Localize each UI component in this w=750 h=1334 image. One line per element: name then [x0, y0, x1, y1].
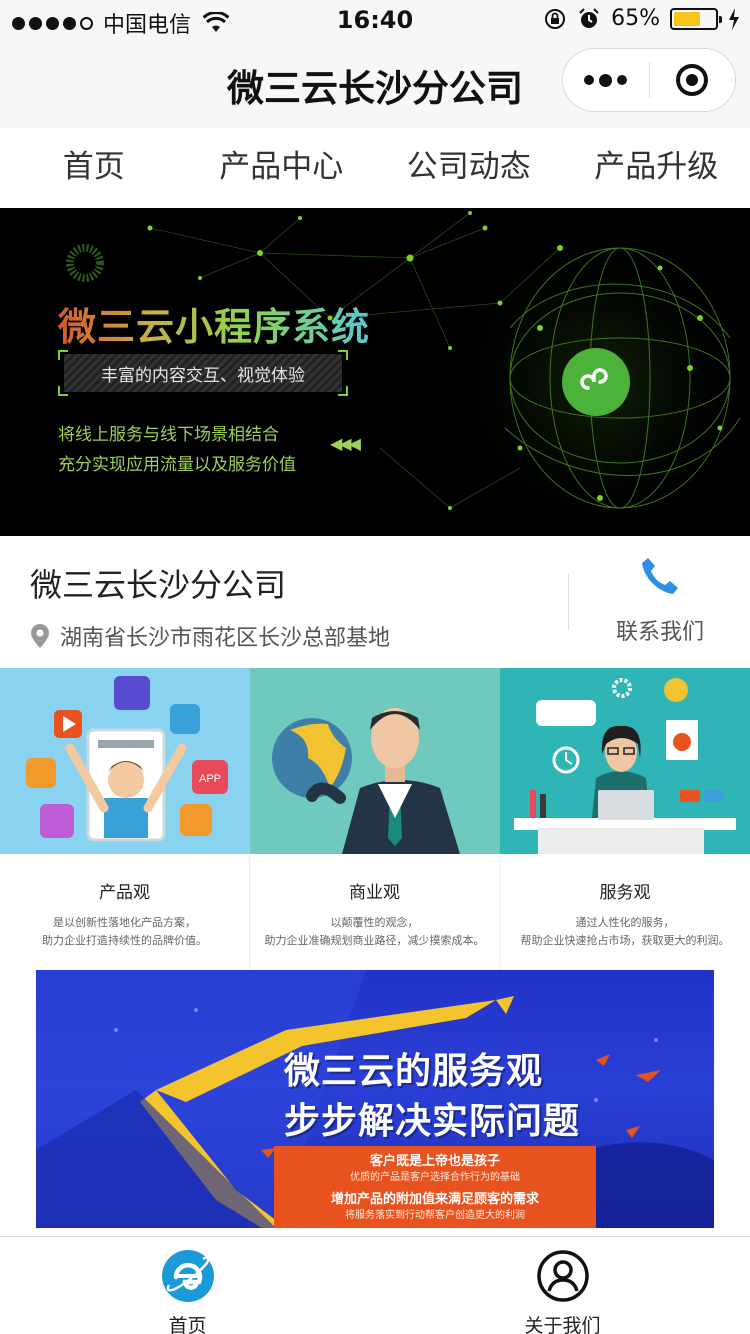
- user-icon: [536, 1250, 589, 1302]
- service-subtitle-box: 客户既是上帝也是孩子 优质的产品是客户选择合作行为的基础 增加产品的附加值来满足…: [274, 1146, 596, 1228]
- bottom-tab-bar: 首页 关于我们: [0, 1236, 750, 1334]
- tab-bar-about-label: 关于我们: [524, 1315, 601, 1334]
- address-text: 湖南省长沙市雨花区长沙总部基地: [60, 626, 391, 651]
- view-title-product: 产品观: [99, 883, 150, 903]
- service-title-1: 微三云的服务观: [284, 1051, 544, 1092]
- tab-bar-home-label: 首页: [168, 1315, 207, 1334]
- battery-icon: [670, 7, 722, 30]
- company-info: 微三云长沙分公司 湖南省长沙市雨花区长沙总部基地 联系我们: [0, 536, 750, 668]
- contact-us-label: 联系我们: [615, 620, 704, 645]
- view-desc-line: 帮助企业快速抢占市场，获取更大的利润。: [520, 934, 730, 947]
- service-sub-3: 增加产品的附加值来满足顾客的需求: [330, 1192, 539, 1207]
- status-bar: 中国电信 16:40 65%: [0, 0, 750, 40]
- view-card-business[interactable]: 商业观 以颠覆性的观念， 助力企业准确规划商业路径，减少摸索成本。: [250, 668, 500, 970]
- title-bar: 微三云长沙分公司: [0, 40, 750, 128]
- charging-icon: [729, 7, 739, 30]
- service-sub-2: 优质的产品是客户选择合作行为的基础: [350, 1172, 520, 1183]
- hero-banner[interactable]: 微三云小程序系统 丰富的内容交互、视觉体验 将线上服务与线下场景相结合 充分实现…: [0, 208, 750, 536]
- view-title-business: 商业观: [349, 883, 400, 903]
- hero-line-2: 充分实现应用流量以及服务价值: [58, 455, 296, 475]
- views-section: APP 产品观 是以创新性落地化产品方案， 助力企业打造持续性的品牌价值。 商业…: [0, 668, 750, 970]
- tab-bar-home[interactable]: 首页: [0, 1237, 375, 1334]
- location-pin-icon: [31, 624, 49, 648]
- view-desc-line: 助力企业准确规划商业路径，减少摸索成本。: [264, 934, 485, 947]
- tab-news[interactable]: 公司动态: [375, 128, 563, 208]
- close-button[interactable]: [650, 49, 736, 111]
- service-title-2: 步步解决实际问题: [284, 1101, 581, 1142]
- hero-tagline-frame: 丰富的内容交互、视觉体验: [58, 350, 348, 396]
- tab-upgrade[interactable]: 产品升级: [563, 128, 750, 208]
- alarm-icon: [579, 7, 599, 28]
- nav-tabs: 首页 产品中心 公司动态 产品升级: [0, 128, 750, 208]
- view-desc-service: 通过人性化的服务， 帮助企业快速抢占市场，获取更大的利润。: [500, 914, 750, 950]
- product-view-illustration: APP: [0, 668, 250, 854]
- view-desc-business: 以颠覆性的观念， 助力企业准确规划商业路径，减少摸索成本。: [250, 914, 499, 950]
- view-desc-product: 是以创新性落地化产品方案， 助力企业打造持续性的品牌价值。: [0, 914, 249, 950]
- tab-products[interactable]: 产品中心: [188, 128, 376, 208]
- menu-capsule: [562, 48, 736, 112]
- ie-home-icon: [161, 1250, 214, 1302]
- company-address: 湖南省长沙市雨花区长沙总部基地: [30, 620, 390, 652]
- view-desc-line: 以颠覆性的观念，: [330, 916, 419, 929]
- tab-home[interactable]: 首页: [0, 128, 188, 208]
- view-desc-line: 通过人性化的服务，: [575, 916, 675, 929]
- contact-us-button[interactable]: 联系我们: [600, 554, 720, 646]
- hero-tagline: 丰富的内容交互、视觉体验: [101, 366, 305, 386]
- rotation-lock-icon: [545, 8, 566, 29]
- view-card-service[interactable]: 服务观 通过人性化的服务， 帮助企业快速抢占市场，获取更大的利润。: [500, 668, 750, 970]
- more-button[interactable]: [563, 49, 649, 111]
- service-banner[interactable]: 微三云的服务观 步步解决实际问题 客户既是上帝也是孩子 优质的产品是客户选择合作…: [36, 970, 714, 1228]
- business-view-illustration: [250, 668, 500, 854]
- phone-icon: [642, 558, 678, 594]
- arrows-icon: ◀◀◀: [330, 434, 361, 453]
- view-card-product[interactable]: APP 产品观 是以创新性落地化产品方案， 助力企业打造持续性的品牌价值。: [0, 668, 250, 970]
- service-sub-4: 将服务落实到行动帮客户创造更大的利润: [345, 1210, 525, 1221]
- mini-program-logo-icon: [562, 348, 630, 416]
- service-sub-1: 客户既是上帝也是孩子: [369, 1154, 500, 1169]
- service-view-illustration: [500, 668, 750, 854]
- hero-line-1: 将线上服务与线下场景相结合: [58, 425, 279, 445]
- company-name: 微三云长沙分公司: [30, 566, 287, 604]
- view-desc-line: 助力企业打造持续性的品牌价值。: [42, 934, 207, 947]
- svg-text:APP: APP: [199, 773, 221, 785]
- tab-bar-about[interactable]: 关于我们: [375, 1237, 750, 1334]
- hero-title: 微三云小程序系统: [58, 296, 370, 351]
- close-icon: [676, 64, 709, 96]
- company-divider: [568, 574, 569, 630]
- view-title-service: 服务观: [599, 883, 651, 903]
- battery-percent: 65%: [611, 6, 660, 31]
- view-desc-line: 是以创新性落地化产品方案，: [53, 916, 196, 929]
